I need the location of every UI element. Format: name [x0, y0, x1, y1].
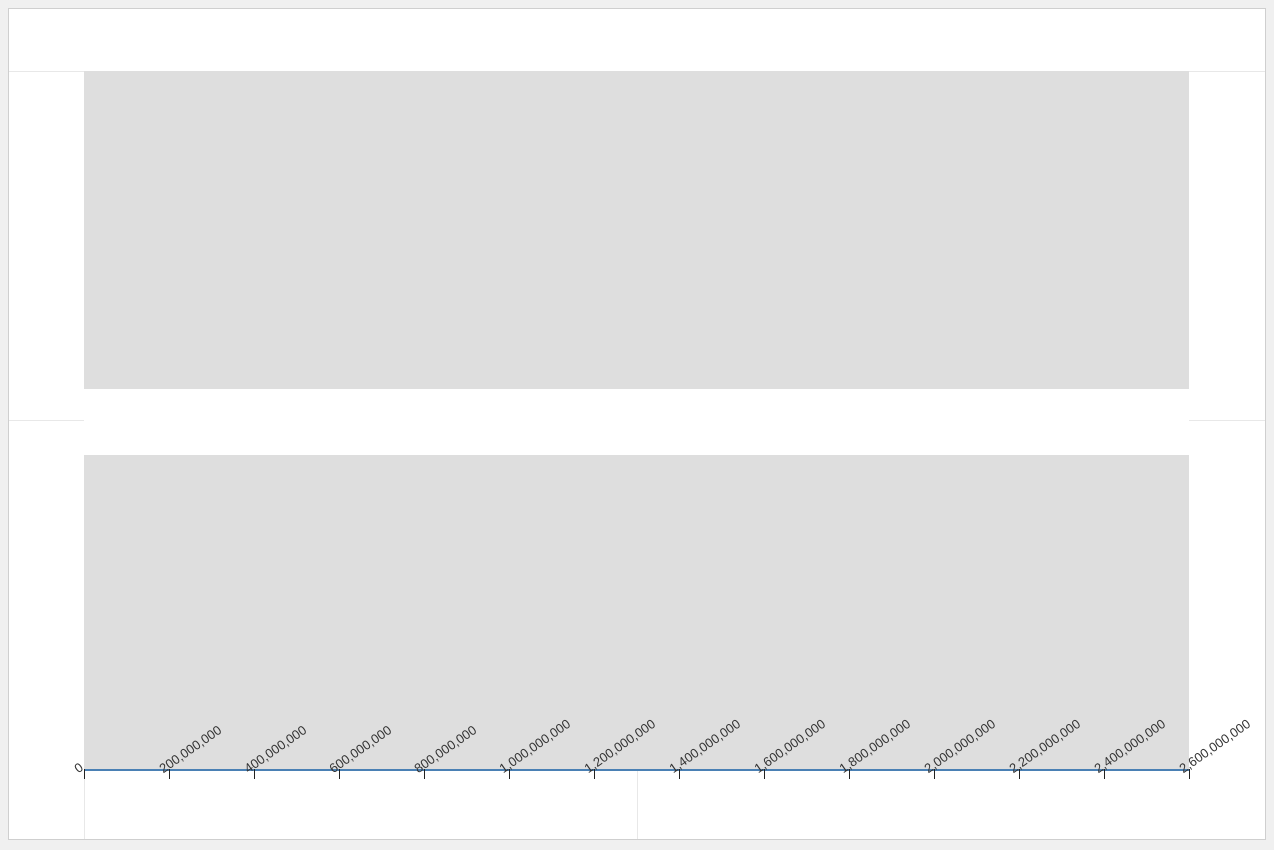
- x-axis: 0200,000,000400,000,000600,000,000800,00…: [84, 769, 1189, 839]
- chart-facet-band: [84, 71, 1189, 389]
- chart-panel: 0200,000,000400,000,000600,000,000800,00…: [8, 8, 1266, 840]
- plot-area[interactable]: [84, 9, 1189, 769]
- chart-facet-band: [84, 455, 1189, 769]
